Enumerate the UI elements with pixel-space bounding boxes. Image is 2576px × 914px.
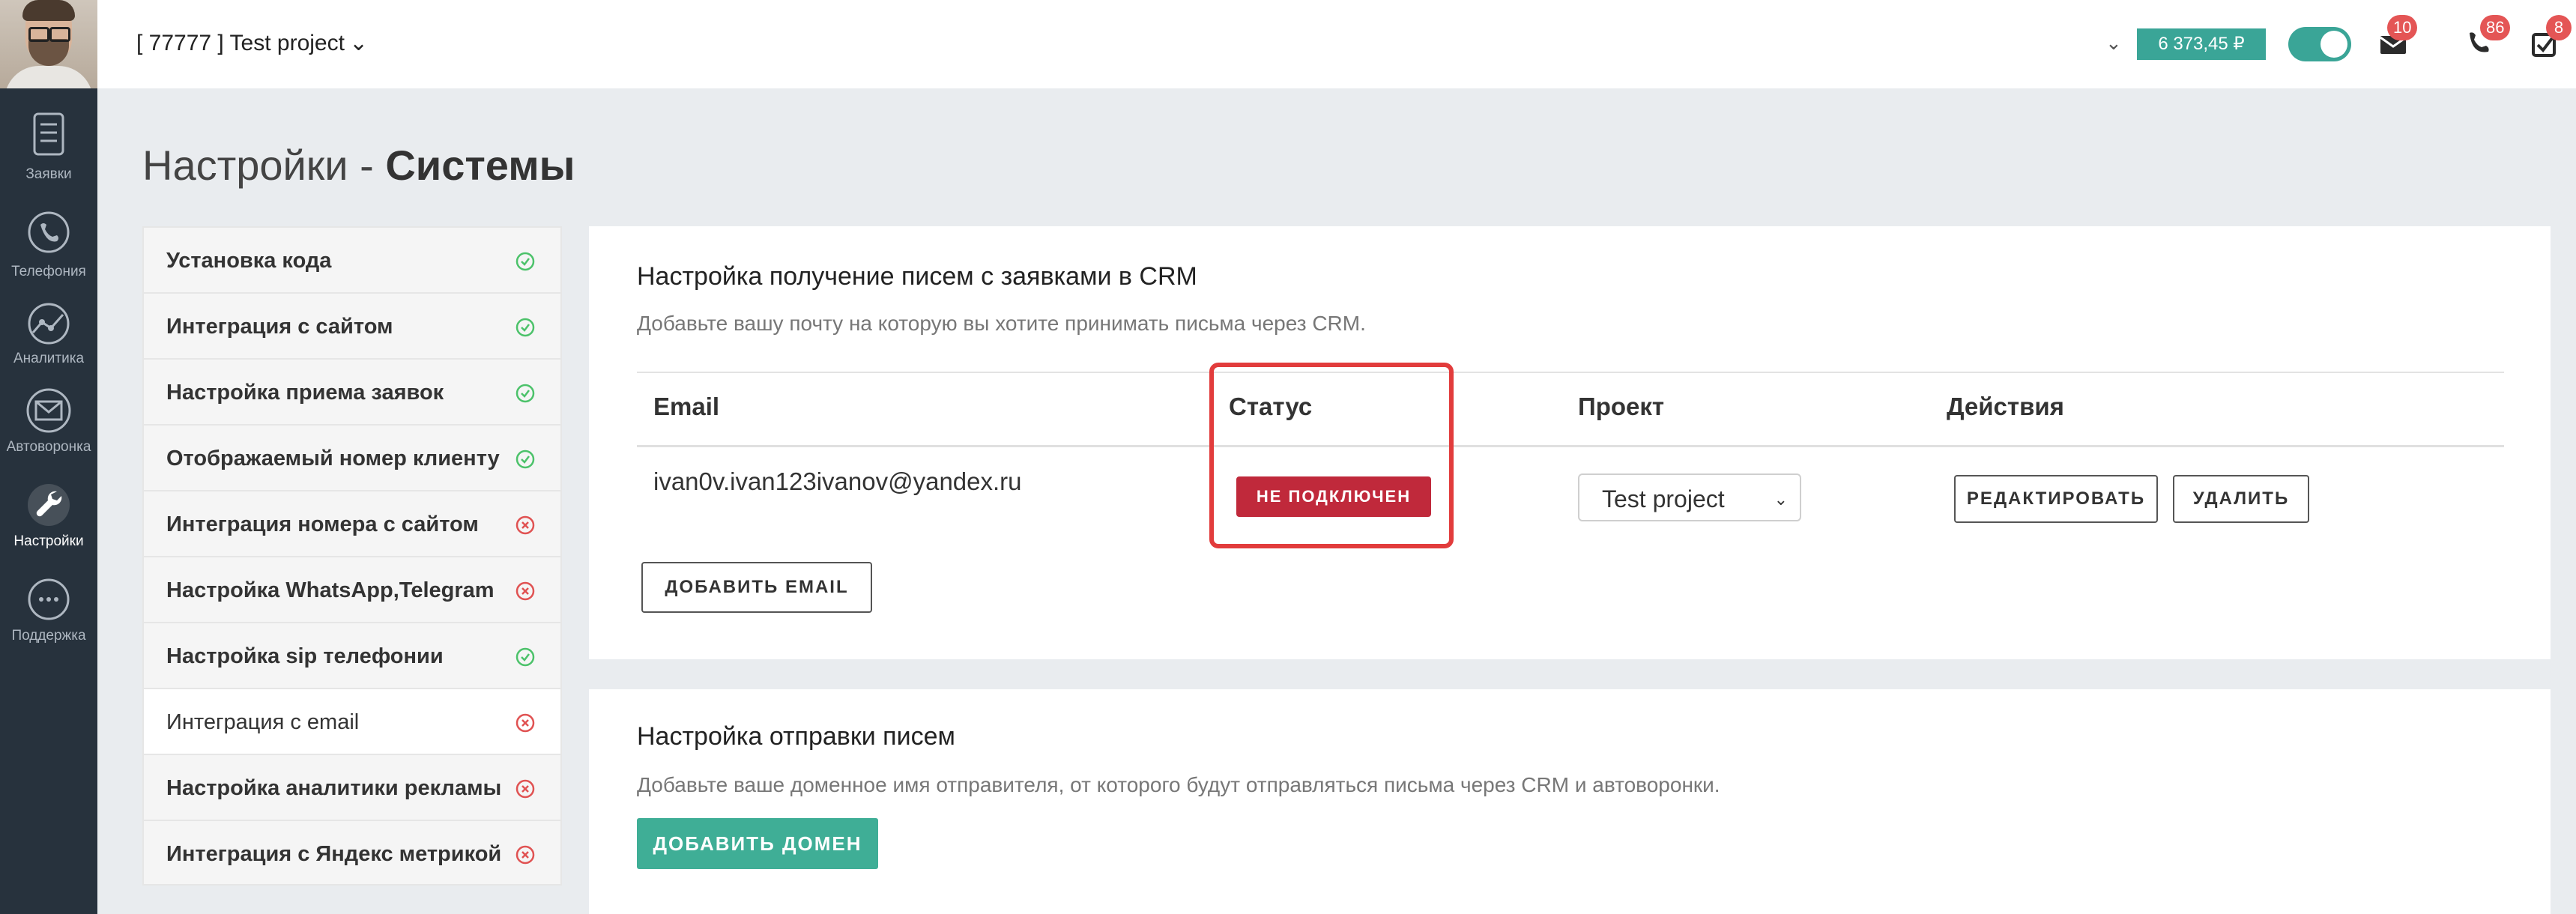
sidebar: Заявки Телефония Аналитика Автоворонка Н… (0, 0, 97, 914)
sidebar-item-telephony[interactable]: Телефония (0, 207, 97, 280)
column-header-email: Email (653, 393, 720, 420)
settings-item-site-integration[interactable]: Интеграция с сайтом (142, 292, 562, 358)
settings-item-label: Отображаемый номер клиенту (166, 447, 500, 470)
chat-support-icon (28, 578, 70, 620)
status-highlight-frame (1209, 363, 1454, 548)
calls-count-badge: 86 (2480, 15, 2511, 40)
check-circle-icon (515, 318, 535, 337)
settings-item-label: Настройка WhatsApp,Telegram (166, 578, 495, 602)
settings-item-ads-analytics[interactable]: Настройка аналитики рекламы (142, 754, 562, 820)
phone-icon (28, 211, 70, 253)
email-send-title: Настройка отправки писем (637, 722, 955, 751)
settings-item-number-integration[interactable]: Интеграция номера с сайтом (142, 490, 562, 556)
settings-item-label: Интеграция с Яндекс метрикой (166, 842, 502, 866)
x-circle-icon (515, 515, 535, 535)
user-avatar[interactable] (0, 0, 97, 88)
requests-icon (33, 112, 64, 156)
add-domain-button[interactable]: ДОБАВИТЬ ДОМЕН (637, 818, 878, 869)
x-circle-icon (515, 845, 535, 865)
settings-item-label: Установка кода (166, 249, 332, 273)
sidebar-item-label: Аналитика (13, 351, 85, 366)
email-receive-card: Настройка получение писем с заявками в C… (589, 226, 2551, 659)
x-circle-icon (515, 581, 535, 601)
email-send-description: Добавьте ваше доменное имя отправителя, … (637, 773, 1720, 796)
sidebar-item-label: Автоворонка (6, 439, 91, 455)
settings-item-requests-setup[interactable]: Настройка приема заявок (142, 358, 562, 424)
x-circle-icon (515, 779, 535, 799)
settings-item-label: Интеграция номера с сайтом (166, 512, 479, 536)
email-address: ivan0v.ivan123ivanov@yandex.ru (653, 467, 1022, 495)
top-bar: [ 77777 ] Test project ⌄ ⌄ 6 373,45 ₽ 10 … (97, 0, 2576, 88)
sidebar-item-label: Поддержка (11, 628, 86, 644)
project-select-value: Test project (1602, 485, 1725, 512)
sidebar-item-autofunnel[interactable]: Автоворонка (0, 387, 97, 456)
check-circle-icon (515, 252, 535, 271)
tasks-count-badge: 8 (2546, 15, 2572, 40)
sidebar-item-analytics[interactable]: Аналитика (0, 303, 97, 367)
sidebar-item-label: Настройки (13, 533, 84, 549)
settings-item-sip[interactable]: Настройка sip телефонии (142, 622, 562, 688)
status-toggle[interactable] (2288, 27, 2351, 61)
project-selector[interactable]: [ 77777 ] Test project ⌄ (136, 30, 368, 56)
balance-badge[interactable]: 6 373,45 ₽ (2137, 28, 2266, 60)
settings-menu: Установка кода Интеграция с сайтом Настр… (142, 226, 562, 886)
check-circle-icon (515, 384, 535, 403)
wrench-icon (28, 484, 70, 526)
email-send-card: Настройка отправки писем Добавьте ваше д… (589, 689, 2551, 914)
analytics-icon (28, 303, 70, 345)
sidebar-item-settings[interactable]: Настройки (0, 481, 97, 550)
check-circle-icon (515, 647, 535, 667)
settings-item-email-integration[interactable]: Интеграция с email (142, 688, 562, 754)
chevron-down-icon[interactable]: ⌄ (2105, 31, 2122, 55)
settings-item-yandex-metrika[interactable]: Интеграция с Яндекс метрикой (142, 820, 562, 886)
project-select[interactable]: Test project ⌄ (1578, 473, 1801, 521)
chevron-down-icon: ⌄ (1774, 490, 1788, 509)
x-circle-icon (515, 713, 535, 733)
column-header-project: Проект (1578, 393, 1665, 420)
sidebar-item-label: Заявки (25, 166, 72, 182)
settings-item-label: Интеграция с сайтом (166, 315, 393, 339)
sidebar-item-support[interactable]: Поддержка (0, 577, 97, 644)
email-receive-title: Настройка получение писем с заявками в C… (637, 262, 1197, 291)
project-name: [ 77777 ] Test project (136, 31, 345, 55)
edit-button[interactable]: РЕДАКТИРОВАТЬ (1954, 475, 2158, 523)
settings-item-label: Настройка sip телефонии (166, 644, 444, 668)
page-title-prefix: Настройки - (142, 142, 386, 189)
settings-item-label: Настройка аналитики рекламы (166, 776, 502, 800)
settings-item-code-install[interactable]: Установка кода (142, 226, 562, 292)
delete-button[interactable]: УДАЛИТЬ (2173, 475, 2309, 523)
check-circle-icon (515, 450, 535, 469)
settings-item-label: Настройка приема заявок (166, 381, 444, 405)
mail-funnel-icon (26, 388, 71, 433)
column-header-actions: Действия (1947, 393, 2064, 420)
email-receive-description: Добавьте вашу почту на которую вы хотите… (637, 312, 1366, 335)
page-title: Настройки - Системы (142, 141, 575, 190)
mail-count-badge: 10 (2387, 15, 2418, 40)
sidebar-item-requests[interactable]: Заявки (0, 109, 97, 183)
chevron-down-icon: ⌄ (348, 31, 369, 55)
add-email-button[interactable]: ДОБАВИТЬ EMAIL (641, 562, 872, 613)
table-header-divider (637, 445, 2504, 447)
settings-item-messengers[interactable]: Настройка WhatsApp,Telegram (142, 556, 562, 622)
settings-item-label: Интеграция с email (166, 710, 360, 734)
settings-item-display-number[interactable]: Отображаемый номер клиенту (142, 424, 562, 490)
page-title-bold: Системы (385, 142, 575, 189)
table-divider (637, 372, 2504, 373)
sidebar-item-label: Телефония (11, 264, 86, 279)
